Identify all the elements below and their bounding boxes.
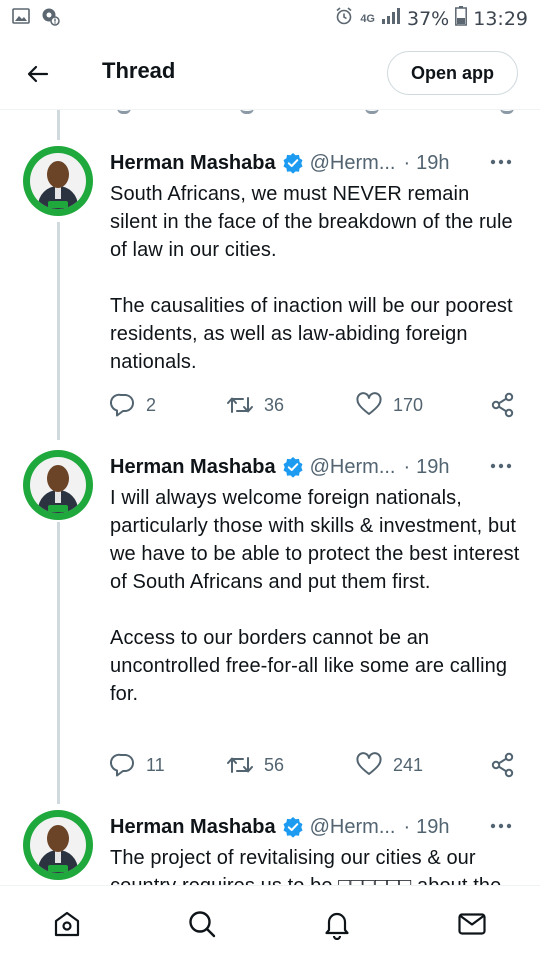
thread-line	[57, 222, 60, 440]
tweet-text: The project of revitalising our cities &…	[110, 847, 501, 885]
battery-icon	[455, 6, 468, 32]
author-handle[interactable]: @Herm...	[310, 456, 396, 479]
reply-count: 2	[146, 394, 157, 415]
verified-badge-icon	[282, 152, 304, 174]
settings-notification-icon	[40, 6, 60, 32]
avatar[interactable]	[23, 450, 93, 520]
like-count: 241	[393, 754, 424, 775]
battery-percent: 37%	[407, 8, 450, 30]
nav-messages[interactable]	[454, 906, 490, 942]
page-title: Thread	[102, 58, 176, 83]
retweet-icon	[227, 757, 253, 773]
verified-badge-icon	[282, 816, 304, 838]
status-bar: 4G 37% 13:29	[0, 0, 540, 38]
separator-dot: ·	[403, 151, 411, 174]
nav-notifications[interactable]	[319, 906, 355, 942]
like-count: 170	[393, 394, 424, 415]
separator-dot: ·	[403, 455, 411, 478]
retweet-count: 56	[264, 754, 285, 775]
more-options-button[interactable]	[488, 814, 514, 838]
author-handle[interactable]: @Herm...	[310, 152, 396, 175]
thread-line	[57, 110, 60, 140]
author-name[interactable]: Herman Mashaba	[110, 816, 276, 839]
nav-home[interactable]	[49, 906, 85, 942]
bell-icon	[325, 912, 349, 940]
search-icon	[189, 911, 216, 938]
author-name[interactable]: Herman Mashaba	[110, 456, 276, 479]
tweet-text: South Africans, we must NEVER remain sil…	[110, 183, 513, 373]
tweet-time[interactable]: 19h	[416, 456, 449, 479]
like-button[interactable]: 170	[355, 392, 423, 418]
nav-explore[interactable]	[184, 906, 220, 942]
author-handle[interactable]: @Herm...	[310, 816, 396, 839]
reply-icon	[110, 393, 134, 417]
retweet-button[interactable]: 56	[226, 752, 284, 778]
author-name[interactable]: Herman Mashaba	[110, 152, 276, 175]
network-type: 4G	[360, 13, 375, 25]
more-options-button[interactable]	[488, 454, 514, 478]
thread-line	[57, 522, 60, 804]
reply-button[interactable]: 2	[110, 392, 156, 418]
tweet-time[interactable]: 19h	[416, 152, 449, 175]
back-arrow-icon	[27, 65, 49, 83]
share-icon	[491, 392, 514, 418]
retweet-button[interactable]: 36	[226, 392, 284, 418]
retweet-icon	[227, 397, 253, 413]
share-icon	[491, 752, 514, 778]
reply-icon	[110, 753, 134, 777]
signal-icon	[381, 7, 401, 31]
verified-badge-icon	[282, 456, 304, 478]
more-dots-icon	[490, 823, 512, 829]
reply-button[interactable]: 11	[110, 752, 165, 778]
more-dots-icon	[490, 159, 512, 165]
reply-count: 11	[146, 754, 165, 775]
clock: 13:29	[473, 8, 528, 30]
avatar[interactable]	[23, 146, 93, 216]
back-button[interactable]	[20, 56, 56, 92]
alarm-icon	[334, 6, 354, 32]
mail-icon	[458, 913, 486, 935]
gallery-notification-icon	[12, 8, 30, 30]
tweet-actions: 2 36 170	[110, 390, 520, 420]
thread-feed[interactable]: Herman Mashaba @Herm... · 19h South Afri…	[0, 110, 540, 885]
tweet-actions: 11 56 241	[110, 750, 520, 780]
thread-header: Thread Open app	[0, 38, 540, 110]
like-button[interactable]: 241	[355, 752, 423, 778]
tweet-text: I will always welcome foreign nationals,…	[110, 487, 520, 705]
tweet-time[interactable]: 19h	[416, 816, 449, 839]
avatar[interactable]	[23, 810, 93, 880]
bottom-navigation	[0, 885, 540, 960]
share-button[interactable]	[490, 752, 516, 778]
heart-icon	[356, 392, 382, 415]
home-icon	[54, 911, 80, 937]
heart-icon	[356, 752, 382, 775]
more-options-button[interactable]	[488, 150, 514, 174]
separator-dot: ·	[403, 815, 411, 838]
previous-tweet-actions-cut	[0, 110, 540, 120]
more-dots-icon	[490, 463, 512, 469]
retweet-count: 36	[264, 394, 285, 415]
share-button[interactable]	[490, 392, 516, 418]
open-app-button[interactable]: Open app	[386, 51, 518, 95]
